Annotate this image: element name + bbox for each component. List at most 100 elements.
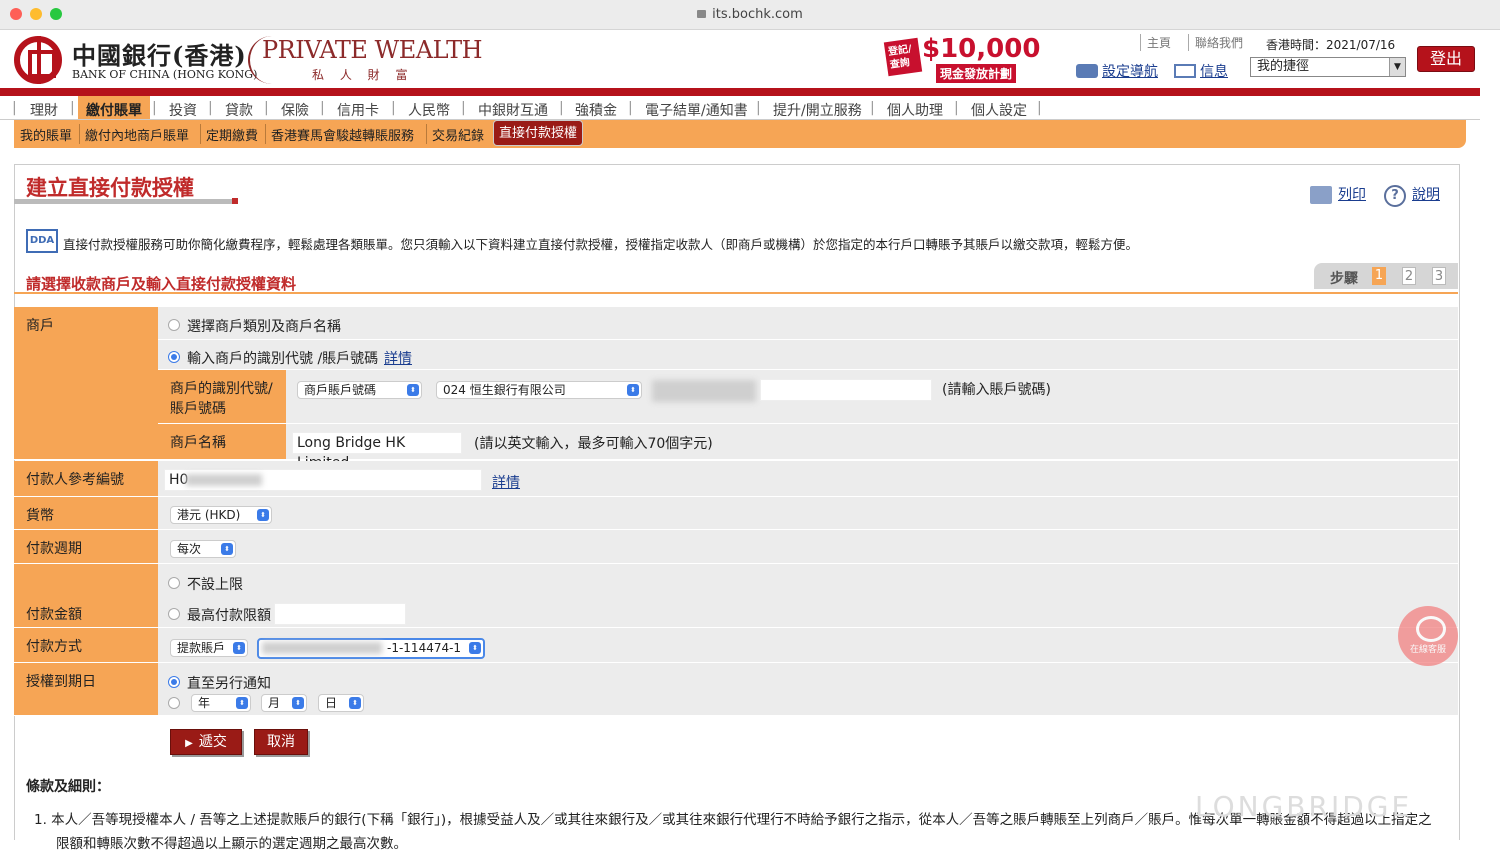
updown-icon: ⬍ (469, 642, 481, 654)
subnav-divider (426, 124, 427, 144)
currency-value: 港元 (HKD) (177, 508, 241, 522)
terms-heading: 條款及細則： (26, 779, 110, 795)
subnav-scheduled-payment[interactable]: 定期繳費 (206, 125, 258, 144)
promo-tag: 登記/查詢 (883, 37, 923, 77)
radio-no-limit[interactable] (168, 577, 180, 589)
dda-icon: DDA (26, 229, 58, 253)
nav-separator: | (559, 100, 564, 116)
help-link[interactable]: 說明 (1412, 184, 1440, 204)
settings-nav-icon[interactable] (1076, 64, 1098, 78)
nav-item-invest[interactable]: 投資 (169, 100, 197, 120)
account-number-input[interactable] (760, 379, 932, 401)
nav-item-estatements[interactable]: 電子結單/通知書 (645, 100, 748, 120)
help-icon[interactable]: ? (1384, 185, 1406, 207)
intro-text: 直接付款授權服務可助你簡化繳費程序，輕鬆處理各類賬單。您只須輸入以下資料建立直接… (63, 237, 1139, 252)
subnav-my-bills[interactable]: 我的賬單 (20, 125, 72, 144)
radio-until-notice[interactable] (168, 676, 180, 688)
quick-link-value: 我的捷徑 (1257, 59, 1310, 74)
section-underline (14, 292, 1458, 294)
quick-link-select[interactable]: 我的捷徑 ▼ (1250, 57, 1406, 77)
chevron-down-icon: ▼ (1389, 58, 1405, 76)
nav-separator: | (628, 100, 633, 116)
promo-banner[interactable]: 登記/查詢 $10,000 現金發放計劃 (883, 34, 1040, 83)
no-limit-label: 不設上限 (187, 577, 243, 593)
merchant-label: 商戶 (14, 307, 158, 460)
nav-separator: | (870, 100, 875, 116)
nav-separator: | (1037, 100, 1042, 116)
subnav-divider (265, 124, 266, 144)
year-value: 年 (198, 696, 211, 710)
nav-item-rmb[interactable]: 人民幣 (408, 100, 450, 120)
cancel-button[interactable]: 取消 (254, 729, 308, 755)
currency-select[interactable]: 港元 (HKD) ⬍ (170, 506, 272, 524)
nav-item-boc-connect[interactable]: 中銀財互通 (478, 100, 548, 120)
subnav-hkjc-transfer[interactable]: 香港賽馬會駿越轉賬服務 (271, 125, 414, 144)
browser-toolbar: its.bochk.com (0, 0, 1500, 30)
print-link[interactable]: 列印 (1338, 184, 1366, 204)
radio-specific-date[interactable] (168, 697, 180, 709)
updown-icon: ⬍ (292, 697, 304, 709)
subnav-mainland-bills[interactable]: 繳付內地商戶賬單 (85, 125, 189, 144)
private-wealth-cn: 私 人 財 富 (312, 68, 414, 82)
nav-item-pay-bills[interactable]: 繳付賬單 (86, 100, 142, 120)
home-link[interactable]: 主頁 (1140, 34, 1171, 51)
amount-label: 付款金額 (14, 564, 158, 628)
max-limit-input[interactable] (274, 603, 406, 625)
radio-enter-merchant-id[interactable] (168, 351, 180, 363)
contact-link[interactable]: 聯絡我們 (1188, 34, 1243, 51)
id-type-select[interactable]: 商戶賬戶號碼 ⬍ (297, 381, 422, 399)
bank-select[interactable]: 024 恒生銀行有限公司 ⬍ (436, 381, 642, 399)
site-header: 中國銀行(香港) BANK OF CHINA (HONG KONG) PRIVA… (0, 30, 1480, 88)
online-service-button[interactable]: 在線客服 (1398, 606, 1458, 666)
envelope-icon[interactable] (1174, 64, 1196, 78)
address-bar[interactable]: its.bochk.com (0, 7, 1500, 22)
updown-icon: ⬍ (349, 697, 361, 709)
steps-label: 步驟 (1330, 271, 1358, 287)
private-wealth-logo: PRIVATE WEALTH (262, 36, 483, 64)
nav-item-credit-card[interactable]: 信用卡 (337, 100, 379, 120)
payer-ref-details-link[interactable]: 詳情 (492, 472, 520, 492)
nav-item-wealth[interactable]: 理財 (30, 100, 58, 120)
updown-icon: ⬍ (407, 384, 419, 396)
details-link[interactable]: 詳情 (384, 348, 412, 368)
nav-item-insurance[interactable]: 保險 (281, 100, 309, 120)
nav-item-upgrade-services[interactable]: 提升/開立服務 (773, 100, 862, 120)
year-select[interactable]: 年 ⬍ (191, 694, 251, 712)
debit-account-value: -1-114474-1 (387, 641, 462, 655)
updown-icon: ⬍ (627, 384, 639, 396)
month-select[interactable]: 月 ⬍ (261, 694, 307, 712)
logout-button[interactable]: 登出 (1417, 46, 1475, 72)
hk-time: 香港時間：2021/07/16 (1266, 38, 1396, 52)
radio-max-limit[interactable] (168, 608, 180, 620)
expiry-label: 授權到期日 (14, 663, 158, 716)
merchant-name-input[interactable]: Long Bridge HK Limited (292, 432, 462, 471)
step-2: 2 (1402, 267, 1416, 285)
boc-logo-icon[interactable] (14, 36, 62, 84)
messages-link[interactable]: 信息 (1200, 61, 1228, 81)
day-select[interactable]: 日 ⬍ (318, 694, 364, 712)
nav-separator: | (12, 100, 17, 116)
merchant-name-label: 商戶名稱 (158, 424, 286, 460)
frequency-row (158, 530, 1458, 564)
nav-item-loans[interactable]: 貸款 (225, 100, 253, 120)
printer-icon[interactable] (1310, 186, 1332, 204)
frequency-select[interactable]: 每次 ⬍ (170, 540, 236, 558)
method-select[interactable]: 提款賬戶 ⬍ (170, 639, 248, 657)
subnav-dda[interactable]: 直接付款授權 (493, 120, 584, 146)
submit-button[interactable]: ▶ 遞交 (170, 729, 242, 755)
merchant-id-label: 商戶的識別代號/賬戶號碼 (158, 370, 286, 424)
bank-name-cn: 中國銀行(香港) (72, 41, 247, 70)
settings-nav-link[interactable]: 設定導航 (1102, 61, 1158, 81)
page-title: 建立直接付款授權 (26, 176, 194, 200)
updown-icon: ⬍ (233, 642, 245, 654)
radio-select-category[interactable] (168, 319, 180, 331)
promo-subtitle: 現金發放計劃 (936, 64, 1017, 83)
nav-item-assistant[interactable]: 個人助理 (887, 100, 943, 120)
nav-item-mpf[interactable]: 強積金 (575, 100, 617, 120)
option-select-category-label: 選擇商戶類別及商戶名稱 (187, 319, 341, 335)
nav-separator: | (391, 100, 396, 116)
nav-item-settings[interactable]: 個人設定 (971, 100, 1027, 120)
subnav-transaction-history[interactable]: 交易紀錄 (432, 125, 484, 144)
sub-nav: 我的賬單 繳付內地商戶賬單 定期繳費 香港賽馬會駿越轉賬服務 交易紀錄 直接付款… (14, 120, 1466, 148)
nav-separator: | (70, 100, 75, 116)
